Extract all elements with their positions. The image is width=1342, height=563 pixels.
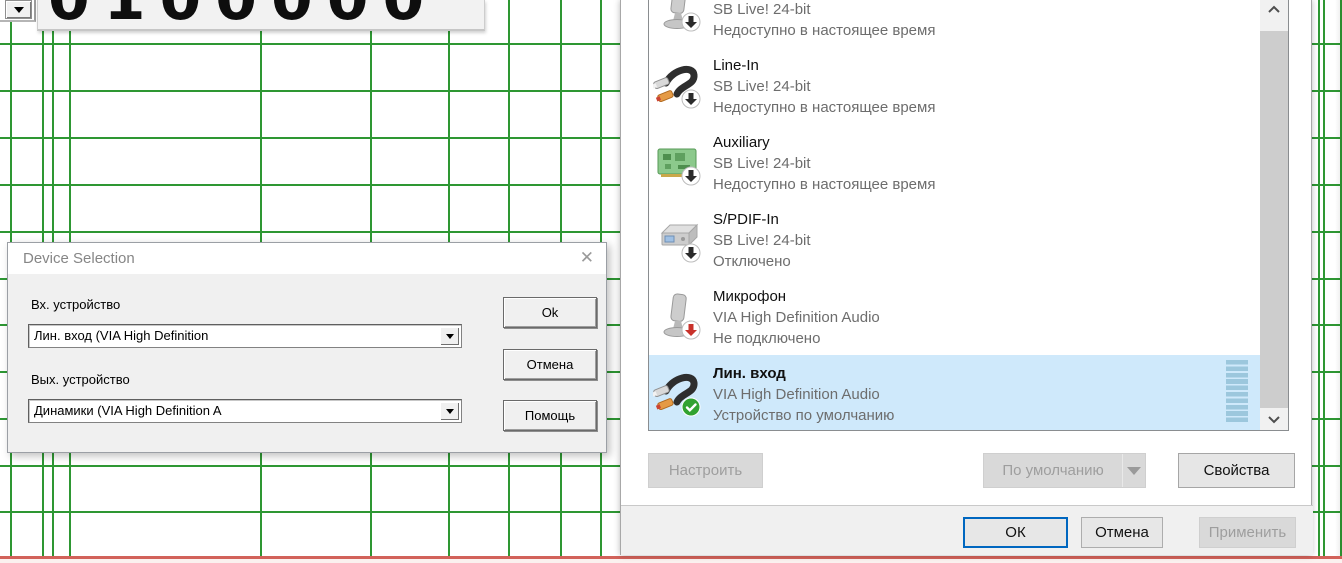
chevron-down-icon (445, 333, 454, 339)
device-status: Недоступно в настоящее время (713, 99, 936, 116)
combobox-dropdown-button[interactable] (5, 0, 32, 19)
chevron-down-icon (1268, 416, 1280, 424)
arrow-down-black-badge-icon (681, 89, 701, 109)
chevron-down-icon (1127, 466, 1142, 475)
close-icon[interactable]: ✕ (580, 248, 594, 268)
dialog-footer: ОК Отмена Применить (621, 506, 1313, 555)
device-row[interactable]: Микрофон VIA High Definition Audio Не по… (649, 278, 1288, 355)
input-device-value: Лин. вход (VIA High Definition (34, 328, 209, 343)
device-row[interactable]: Auxiliary SB Live! 24-bit Недоступно в н… (649, 124, 1288, 201)
readout-digits: 0100000 % (48, 0, 484, 29)
chevron-down-icon (445, 408, 454, 414)
chevron-up-icon (1268, 5, 1280, 13)
device-status: Устройство по умолчанию (713, 407, 895, 424)
device-status: Отключено (713, 253, 791, 270)
device-row-selected[interactable]: Лин. вход VIA High Definition Audio Устр… (649, 355, 1288, 430)
device-status: Недоступно в настоящее время (713, 22, 936, 39)
scrollbar[interactable] (1260, 0, 1288, 430)
device-description: VIA High Definition Audio (713, 309, 880, 326)
device-name: S/PDIF-In (713, 211, 779, 228)
output-device-combobox[interactable]: Динамики (VIA High Definition A (28, 399, 462, 423)
device-name: Auxiliary (713, 134, 770, 151)
set-default-label: По умолчанию (1002, 462, 1104, 479)
check-green-badge-icon (681, 397, 701, 417)
device-name: Line-In (713, 57, 759, 74)
cancel-button[interactable]: Отмена (1081, 517, 1163, 548)
sound-dialog: SB Live! 24-bit Недоступно в настоящее в… (620, 0, 1313, 555)
chevron-down-icon (13, 6, 24, 13)
device-row[interactable]: SB Live! 24-bit Недоступно в настоящее в… (649, 0, 1288, 47)
input-device-dropdown-button[interactable] (440, 327, 459, 345)
ok-button[interactable]: ОК (963, 517, 1068, 548)
input-level-meter (1226, 360, 1248, 424)
ok-button[interactable]: Ok (503, 297, 597, 328)
right-edge-shade (1335, 0, 1342, 556)
device-description: SB Live! 24-bit (713, 155, 811, 172)
output-device-label: Вых. устройство (31, 372, 130, 387)
scroll-down-button[interactable] (1260, 410, 1288, 430)
device-description: SB Live! 24-bit (713, 1, 811, 18)
device-description: SB Live! 24-bit (713, 78, 811, 95)
arrow-down-black-badge-icon (681, 12, 701, 32)
scroll-up-button[interactable] (1260, 0, 1288, 17)
arrow-down-red-badge-icon (681, 320, 701, 340)
arrow-down-black-badge-icon (681, 166, 701, 186)
device-name: Микрофон (713, 288, 787, 305)
output-device-value: Динамики (VIA High Definition A (34, 403, 222, 418)
arrow-down-black-badge-icon (681, 243, 701, 263)
dialog-title: Device Selection (23, 250, 135, 267)
input-device-label: Вх. устройство (31, 297, 121, 312)
cancel-button[interactable]: Отмена (503, 349, 597, 380)
apply-button[interactable]: Применить (1199, 517, 1296, 548)
screen: 0100000 % Device Selection ✕ Вх. устройс… (0, 0, 1342, 563)
device-name: Лин. вход (713, 365, 786, 382)
level-readout-panel: 0100000 % (37, 0, 485, 31)
device-description: VIA High Definition Audio (713, 386, 880, 403)
device-row[interactable]: S/PDIF-In SB Live! 24-bit Отключено (649, 201, 1288, 278)
help-button[interactable]: Помощь (503, 400, 597, 431)
device-status: Недоступно в настоящее время (713, 176, 936, 193)
scrollbar-thumb[interactable] (1260, 31, 1288, 408)
device-description: SB Live! 24-bit (713, 232, 811, 249)
device-list[interactable]: SB Live! 24-bit Недоступно в настоящее в… (648, 0, 1289, 431)
device-status: Не подключено (713, 330, 821, 347)
below-axis-strip (0, 559, 1342, 563)
device-selection-dialog: Device Selection ✕ Вх. устройство Лин. в… (7, 242, 607, 453)
properties-button[interactable]: Свойства (1178, 453, 1295, 488)
output-device-dropdown-button[interactable] (440, 402, 459, 420)
device-row[interactable]: Line-In SB Live! 24-bit Недоступно в нас… (649, 47, 1288, 124)
input-device-combobox[interactable]: Лин. вход (VIA High Definition (28, 324, 462, 348)
dialog-titlebar[interactable]: Device Selection ✕ (8, 243, 606, 274)
set-default-split-arrow[interactable] (1122, 454, 1145, 487)
configure-button[interactable]: Настроить (648, 453, 763, 488)
background-combobox[interactable] (0, 0, 36, 22)
set-default-button[interactable]: По умолчанию (983, 453, 1146, 488)
